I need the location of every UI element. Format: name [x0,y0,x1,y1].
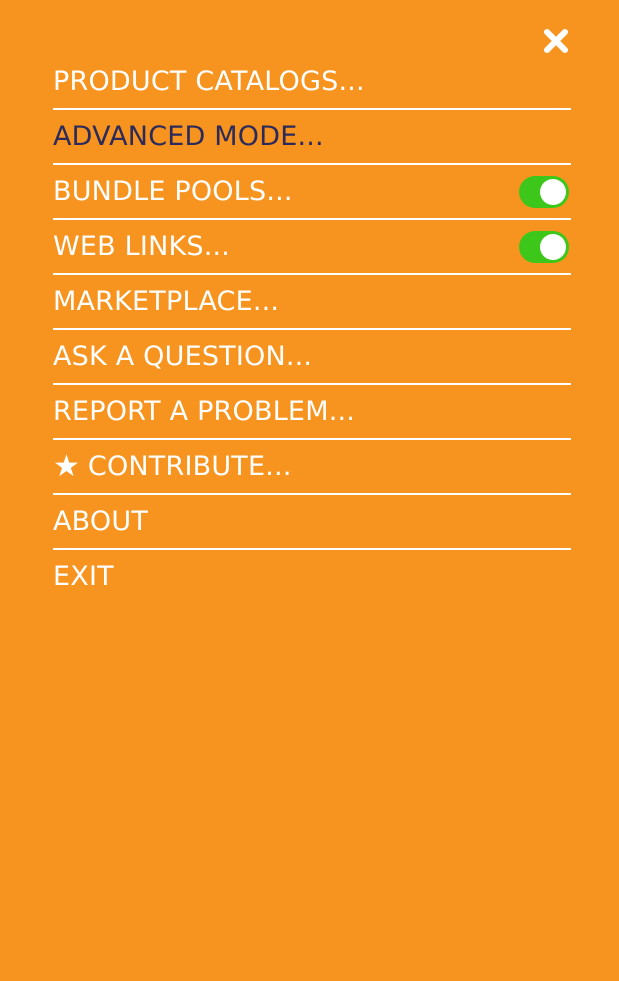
menu-item-marketplace[interactable]: MARKETPLACE... [53,275,571,330]
menu-item-contribute[interactable]: ★ CONTRIBUTE... [53,440,571,495]
web-links-toggle[interactable] [519,230,569,263]
toggle-knob [540,178,566,205]
menu-item-exit[interactable]: EXIT [53,550,571,603]
menu-item-label: ABOUT [53,506,149,537]
main-menu: PRODUCT CATALOGS... ADVANCED MODE... BUN… [53,55,571,603]
menu-item-label: PRODUCT CATALOGS... [53,66,365,97]
toggle-knob [540,233,566,260]
menu-item-label: CONTRIBUTE... [87,451,292,482]
menu-item-ask-a-question[interactable]: ASK A QUESTION... [53,330,571,385]
menu-item-about[interactable]: ABOUT [53,495,571,550]
star-icon: ★ [53,448,80,484]
menu-item-label: WEB LINKS... [53,231,231,262]
menu-item-product-catalogs[interactable]: PRODUCT CATALOGS... [53,55,571,110]
menu-item-label: REPORT A PROBLEM... [53,396,356,427]
menu-item-label: ADVANCED MODE... [53,121,324,152]
menu-item-bundle-pools[interactable]: BUNDLE POOLS... [53,165,571,220]
menu-item-label: BUNDLE POOLS... [53,176,293,207]
bundle-pools-toggle[interactable] [519,175,569,208]
close-button[interactable] [541,26,571,56]
menu-item-label: ASK A QUESTION... [53,341,313,372]
menu-item-advanced-mode[interactable]: ADVANCED MODE... [53,110,571,165]
menu-item-label: MARKETPLACE... [53,286,280,317]
menu-item-report-a-problem[interactable]: REPORT A PROBLEM... [53,385,571,440]
menu-item-label: EXIT [53,561,114,592]
close-icon [544,29,568,53]
menu-item-web-links[interactable]: WEB LINKS... [53,220,571,275]
